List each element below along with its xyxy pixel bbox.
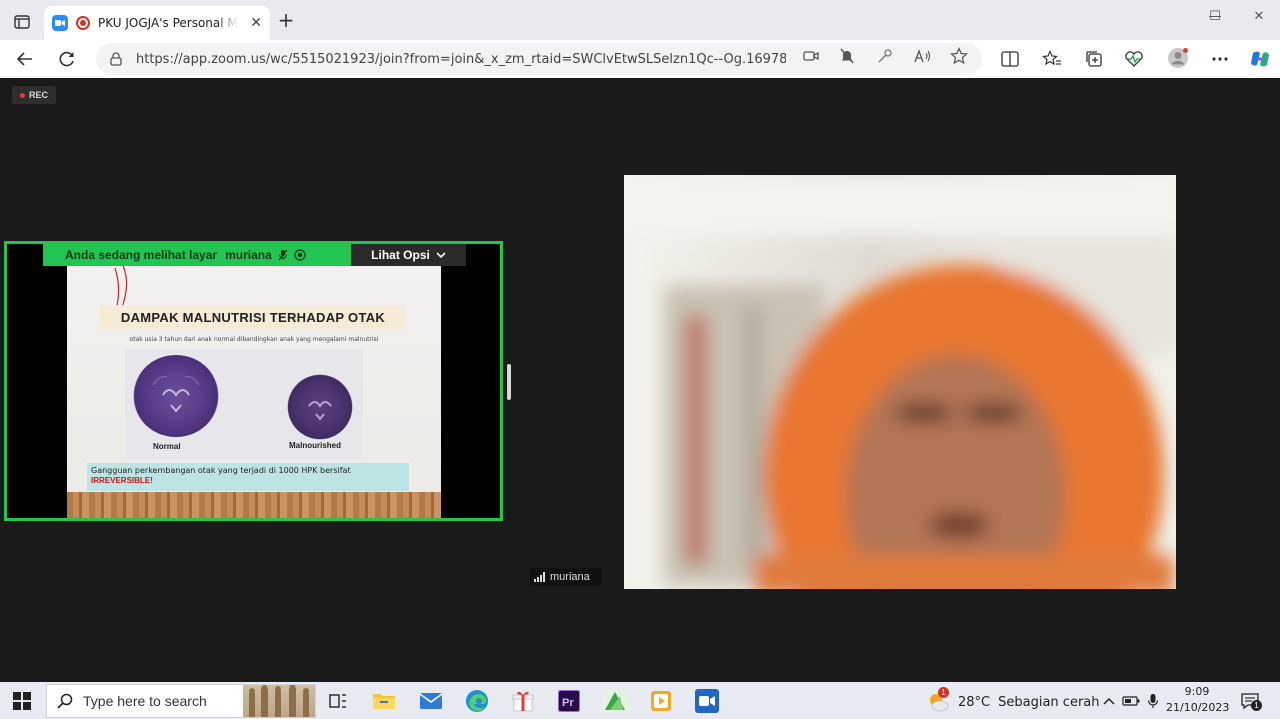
windows-start-icon[interactable] [10,689,34,713]
clock-date[interactable]: 21/10/2023 [1166,700,1229,716]
mail-icon[interactable] [417,687,445,715]
show-hidden-icons-chevron-icon[interactable] [1100,692,1118,710]
collections-icon[interactable] [1084,50,1104,68]
browser-tab[interactable]: PKU JOGJA's Personal Meeti ✕ [44,6,270,40]
search-placeholder[interactable]: Type here to search [83,693,207,709]
browser-title-bar: PKU JOGJA's Personal Meeti ✕ + — ☐ ✕ [0,0,1280,40]
view-options-button[interactable]: Lihat Opsi [351,244,466,266]
participant-video[interactable] [624,175,1176,589]
record-dot-icon [19,92,25,98]
lock-icon[interactable] [110,52,122,66]
slide-note-box: Gangguan perkembangan otak yang terjadi … [87,463,409,491]
slide-title: DAMPAK MALNUTRISI TERHADAP OTAK [120,310,386,325]
window-close-button[interactable]: ✕ [1244,6,1274,26]
battery-icon[interactable] [1122,692,1140,710]
weather-badge: 1 [938,687,949,698]
camera-permission-icon[interactable] [802,48,820,64]
favorites-icon[interactable] [1042,50,1062,68]
recording-label: REC [28,90,48,100]
participant-video-frame [624,175,1176,589]
taskbar-search-box[interactable]: Type here to search [46,684,316,718]
weather-description[interactable]: Sebagian cerah [998,695,1099,710]
search-icon[interactable] [57,693,73,709]
read-aloud-icon[interactable] [914,48,932,64]
back-arrow-icon[interactable] [12,46,38,72]
slide-subtitle: otak usia 3 tahun dari anak normal diban… [129,336,379,343]
recording-indicator-icon [76,16,90,30]
mic-muted-icon [278,249,288,261]
search-highlight-image[interactable] [243,685,315,717]
microphone-icon[interactable] [1144,692,1162,710]
meeting-area: REC DAMPAK MALNUTRISI TERHADAP OTAK otak… [4,78,1276,682]
participant-name: muriana [550,571,590,583]
new-tab-button[interactable]: + [276,10,296,30]
refresh-icon[interactable] [54,46,80,72]
share-banner-user: muriana [225,248,272,262]
shared-screen-view[interactable]: DAMPAK MALNUTRISI TERHADAP OTAK otak usi… [4,241,503,521]
windows-taskbar: Type here to search Pr 1 28°C Sebagian c… [0,682,1280,719]
media-player-icon[interactable] [647,687,675,715]
url-text[interactable]: https://app.zoom.us/wc/5515021923/join?f… [136,52,786,67]
premiere-pro-icon[interactable]: Pr [555,687,583,715]
zoom-app-icon[interactable] [693,687,721,715]
label-malnourished: Malnourished [289,441,342,450]
presentation-slide: DAMPAK MALNUTRISI TERHADAP OTAK otak usi… [67,266,441,518]
recording-badge: REC [12,86,56,104]
normal-brain-image [131,353,221,439]
window-maximize-button[interactable]: ☐ [1200,6,1230,26]
zoom-favicon-icon [52,15,68,31]
clock-time[interactable]: 9:09 [1166,684,1228,700]
notification-center-button[interactable]: 1 [1238,690,1262,712]
slide-note-text: Gangguan perkembangan otak yang terjadi … [91,466,351,475]
file-explorer-icon[interactable] [370,687,398,715]
brain-comparison-panel: Normal Malnourished [125,349,363,459]
malnourished-brain-image [285,372,355,442]
view-resize-handle[interactable] [507,364,511,400]
task-view-icon[interactable] [324,687,352,715]
notification-count: 1 [1251,700,1262,711]
favorite-star-icon[interactable] [950,47,968,65]
weather-temperature[interactable]: 28°C [958,695,990,710]
slide-title-box: DAMPAK MALNUTRISI TERHADAP OTAK [100,305,406,330]
browser-essentials-icon[interactable] [1124,50,1144,68]
participant-name-tag: muriana [530,568,602,586]
tab-title: PKU JOGJA's Personal Meeti [98,16,238,30]
weather-partly-sunny-icon[interactable]: 1 [926,687,950,713]
gift-app-icon[interactable] [509,687,537,715]
copilot-icon[interactable] [1248,48,1272,70]
edge-browser-icon[interactable] [463,687,491,715]
signal-strength-icon [534,572,546,582]
svg-text:Pr: Pr [562,697,574,709]
screen-share-banner: Anda sedang melihat layar muriana [43,244,351,266]
tab-actions-icon[interactable] [8,8,36,36]
profile-avatar-icon[interactable] [1166,46,1190,70]
more-options-icon[interactable] [1210,50,1230,68]
label-normal: Normal [153,442,181,451]
tab-close-button[interactable]: ✕ [250,15,262,31]
view-options-label[interactable]: Lihat Opsi [371,248,430,262]
weather-widget[interactable]: 1 28°C Sebagian cerah [926,687,1100,713]
split-screen-icon[interactable] [1000,50,1020,68]
camtasia-icon[interactable] [601,687,629,715]
recording-status-icon [294,249,306,261]
slide-wood-floor [67,492,441,518]
system-clock[interactable]: 9:09 21/10/2023 [1166,684,1229,716]
slide-note-emphasis: IRREVERSIBLE! [91,476,153,485]
key-icon[interactable] [876,48,894,64]
browser-toolbar: https://app.zoom.us/wc/5515021923/join?f… [0,40,1280,78]
share-banner-text: Anda sedang melihat layar [65,248,218,262]
chevron-down-icon[interactable] [436,252,446,258]
notifications-blocked-icon[interactable] [838,48,856,64]
